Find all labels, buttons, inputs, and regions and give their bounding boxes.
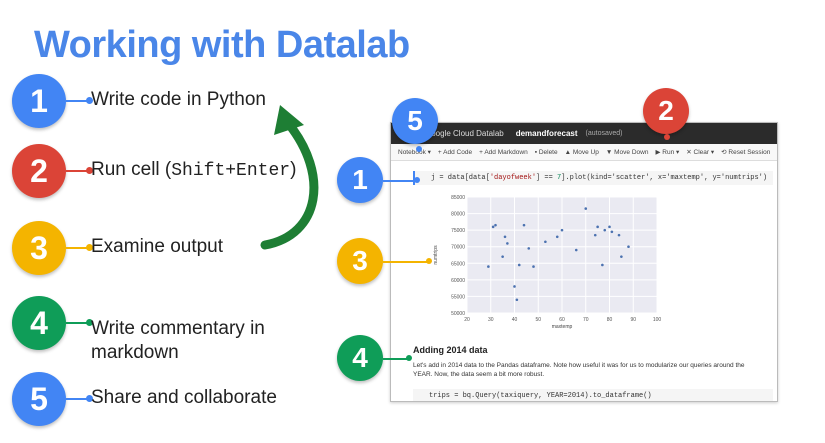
y-tick-label: 85000 [451, 195, 465, 201]
markdown-body: Let's add in 2014 data to the Pandas dat… [413, 362, 745, 378]
scatter-point [506, 242, 509, 245]
scatter-point [532, 265, 535, 268]
callout-1-badge: 1 [337, 157, 383, 203]
code-cell[interactable]: j = data[data['dayofweek'] == 7].plot(ki… [413, 171, 773, 185]
scatter-point [501, 255, 504, 258]
scatter-point [560, 228, 564, 232]
add-markdown-button[interactable]: + Add Markdown [479, 149, 528, 156]
x-axis-label: maxtemp [552, 324, 573, 330]
connector-line [66, 322, 88, 324]
y-tick-label: 70000 [451, 245, 465, 251]
callout-dot [426, 258, 432, 264]
scatter-point [503, 235, 507, 239]
code-cell-2[interactable]: trips = bq.Query(taxiquery, YEAR=2014).t… [413, 389, 773, 401]
scatter-point [491, 225, 495, 229]
delete-button[interactable]: ▪ Delete [535, 149, 558, 156]
callout-3-badge: 3 [337, 238, 383, 284]
callout-2-badge: 2 [643, 88, 689, 134]
scatter-point [593, 233, 597, 237]
scatter-point [608, 225, 611, 229]
callout-dot [664, 134, 670, 140]
step-number-badge: 3 [12, 221, 66, 275]
callout-line [383, 180, 415, 182]
scatter-point [610, 230, 614, 234]
add-code-button[interactable]: + Add Code [438, 149, 472, 156]
datalab-window: Google Cloud Datalab demandforecast (aut… [390, 122, 778, 402]
run-button[interactable]: ▶ Run ▾ [655, 148, 679, 156]
y-tick-label: 50000 [451, 311, 465, 317]
step-number-badge: 1 [12, 74, 66, 128]
scatter-point [627, 245, 630, 249]
callout-dot [406, 355, 412, 361]
callout-5-badge: 5 [392, 98, 438, 144]
move-down-button[interactable]: ▼ Move Down [606, 149, 649, 156]
x-tick-label: 50 [535, 317, 541, 323]
scatter-point [522, 223, 526, 227]
y-tick-label: 55000 [451, 294, 465, 300]
scatter-point [494, 223, 497, 227]
scatter-point [517, 263, 521, 267]
step-5: 5 Share and collaborate [10, 372, 340, 426]
scatter-plot: 20 30 40 50 60 70 80 90 100 50000 55000 60000 65000 7… [433, 195, 661, 330]
scatter-point [617, 233, 621, 237]
y-tick-label: 65000 [451, 261, 465, 267]
y-tick-label: 60000 [451, 278, 465, 284]
scatter-point [487, 265, 490, 268]
x-tick-label: 20 [464, 317, 470, 323]
scatter-point [555, 235, 559, 239]
scatter-point [574, 248, 578, 252]
step-number-badge: 2 [12, 144, 66, 198]
connector-line [66, 398, 88, 400]
step-number-badge: 4 [12, 296, 66, 350]
scatter-point [620, 255, 623, 258]
step-4: 4 Write commentary in markdown [10, 296, 340, 363]
scatter-point [584, 207, 588, 210]
connector-line [66, 100, 88, 102]
save-status: (autosaved) [585, 130, 623, 137]
x-tick-label: 90 [630, 317, 636, 323]
scatter-point [527, 247, 531, 250]
x-tick-label: 40 [512, 317, 518, 323]
cycle-arrow-icon [260, 105, 319, 250]
x-tick-label: 70 [583, 317, 589, 323]
markdown-heading: Adding 2014 data [413, 345, 488, 355]
clear-button[interactable]: ✕ Clear ▾ [686, 148, 714, 156]
step-label: Examine output [91, 236, 224, 257]
y-tick-label: 80000 [451, 212, 465, 218]
scatter-point [601, 263, 604, 267]
callout-line [383, 358, 407, 360]
y-axis-label: numtrips [433, 245, 439, 265]
app-title: Google Cloud Datalab [425, 129, 504, 138]
x-tick-label: 30 [488, 317, 494, 323]
step-label: Write code in Python [91, 89, 266, 110]
step-label: Write commentary in markdown [91, 318, 265, 363]
scatter-point [513, 285, 516, 288]
notebook-menu-button[interactable]: Notebook ▾ [398, 148, 431, 156]
notebook-toolbar: Notebook ▾ + Add Code + Add Markdown ▪ D… [391, 144, 777, 161]
callout-dot [416, 146, 422, 152]
page-title: Working with Datalab [34, 24, 410, 66]
x-tick-label: 60 [559, 317, 565, 323]
datalab-titlebar: Google Cloud Datalab demandforecast (aut… [391, 123, 777, 144]
x-tick-label: 100 [653, 317, 661, 323]
scatter-point [515, 298, 519, 302]
reset-session-button[interactable]: ⟲ Reset Session [721, 148, 770, 156]
y-tick-label: 75000 [451, 228, 465, 234]
callout-dot [414, 177, 420, 183]
scatter-point [603, 228, 607, 232]
scatter-point [544, 240, 547, 244]
connector-line [66, 247, 88, 249]
callout-4-badge: 4 [337, 335, 383, 381]
move-up-button[interactable]: ▲ Move Up [565, 149, 599, 156]
connector-line [66, 170, 88, 172]
callout-line [383, 261, 427, 263]
scatter-point [596, 225, 599, 229]
step-label: Share and collaborate [91, 387, 277, 408]
x-tick-label: 80 [607, 317, 613, 323]
step-number-badge: 5 [12, 372, 66, 426]
notebook-name[interactable]: demandforecast [516, 129, 578, 138]
